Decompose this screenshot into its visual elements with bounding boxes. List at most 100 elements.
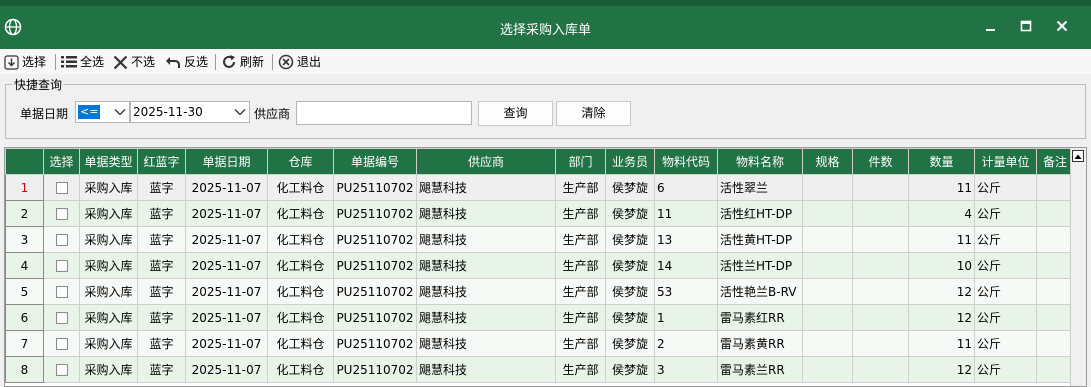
cell-name: 雷马素兰RR bbox=[717, 356, 803, 383]
list-icon bbox=[61, 56, 77, 68]
column-header[interactable]: 业务员 bbox=[605, 148, 655, 175]
cell-code: 1 bbox=[654, 304, 718, 331]
cell-qty: 12 bbox=[908, 304, 975, 331]
row-number[interactable]: 7 bbox=[5, 330, 44, 357]
cell-dept: 生产部 bbox=[555, 330, 606, 357]
close-button[interactable] bbox=[1047, 16, 1077, 38]
cell-code: 3 bbox=[654, 356, 718, 383]
cell-wh: 化工料仓 bbox=[267, 330, 334, 357]
row-checkbox[interactable] bbox=[55, 208, 68, 220]
cell-name: 活性翠兰 bbox=[717, 174, 803, 201]
toolbar: 选择 全选 不选 反选 刷新 退出 bbox=[0, 49, 1091, 74]
cell-spec bbox=[802, 174, 853, 201]
column-header[interactable]: 数量 bbox=[908, 148, 975, 175]
cell-no: PU25110702 bbox=[333, 174, 417, 201]
column-header[interactable]: 物料代码 bbox=[654, 148, 718, 175]
refresh-button[interactable]: 刷新 bbox=[221, 52, 264, 72]
cell-wh: 化工料仓 bbox=[267, 226, 334, 253]
cell-dept: 生产部 bbox=[555, 252, 606, 279]
table-row[interactable]: 6 采购入库 蓝字 2025-11-07 化工料仓 PU25110702 飓慧科技 生产部 侯梦… bbox=[5, 304, 1074, 331]
table-row[interactable]: 8 采购入库 蓝字 2025-11-07 化工料仓 PU25110702 飓慧科技 生产部 侯梦… bbox=[5, 356, 1074, 383]
cell-note bbox=[1036, 226, 1074, 253]
cell-wh: 化工料仓 bbox=[267, 252, 334, 279]
cell-pcs bbox=[852, 200, 909, 227]
cell-rb: 蓝字 bbox=[137, 356, 186, 383]
supplier-label: 供应商 bbox=[254, 107, 291, 121]
cell-no: PU25110702 bbox=[333, 356, 417, 383]
cell-note bbox=[1036, 356, 1074, 383]
row-checkbox[interactable] bbox=[55, 260, 68, 272]
row-number[interactable]: 6 bbox=[5, 304, 44, 331]
table-row[interactable]: 5 采购入库 蓝字 2025-11-07 化工料仓 PU25110702 飓慧科技 生产部 侯梦… bbox=[5, 278, 1074, 305]
table-row[interactable]: 3 采购入库 蓝字 2025-11-07 化工料仓 PU25110702 飓慧科技 生产部 侯梦… bbox=[5, 226, 1074, 253]
column-header[interactable]: 红蓝字 bbox=[137, 148, 186, 175]
maximize-button[interactable] bbox=[1011, 16, 1041, 38]
column-header[interactable]: 计量单位 bbox=[974, 148, 1037, 175]
cell-spec bbox=[802, 304, 853, 331]
row-checkbox[interactable] bbox=[55, 286, 68, 298]
supplier-input[interactable] bbox=[296, 101, 472, 125]
cell-unit: 公斤 bbox=[974, 174, 1037, 201]
scroll-up-button[interactable] bbox=[1072, 150, 1084, 162]
row-number[interactable]: 4 bbox=[5, 252, 44, 279]
column-header[interactable]: 部门 bbox=[555, 148, 606, 175]
deselect-button[interactable]: 不选 bbox=[113, 52, 155, 72]
invert-selection-button[interactable]: 反选 bbox=[165, 52, 208, 72]
column-header[interactable]: 单据日期 bbox=[185, 148, 268, 175]
cell-qty: 12 bbox=[908, 278, 975, 305]
column-header[interactable]: 选择 bbox=[43, 148, 80, 175]
select-all-button[interactable]: 全选 bbox=[61, 52, 104, 72]
row-checkbox[interactable] bbox=[55, 312, 68, 324]
table-row[interactable]: 2 采购入库 蓝字 2025-11-07 化工料仓 PU25110702 飓慧科技 生产部 侯梦… bbox=[5, 200, 1074, 227]
select-cell bbox=[43, 226, 80, 253]
column-header[interactable]: 物料名称 bbox=[717, 148, 803, 175]
date-picker[interactable]: 2025-11-30 bbox=[130, 101, 250, 123]
row-number[interactable]: 1 bbox=[5, 174, 44, 201]
cell-no: PU25110702 bbox=[333, 330, 417, 357]
row-checkbox[interactable] bbox=[55, 182, 68, 194]
select-cell bbox=[43, 304, 80, 331]
cell-clerk: 侯梦旋 bbox=[605, 278, 655, 305]
date-operator-select[interactable]: <= bbox=[75, 101, 130, 123]
table-row[interactable]: 7 采购入库 蓝字 2025-11-07 化工料仓 PU25110702 飓慧科技 生产部 侯梦… bbox=[5, 330, 1074, 357]
title-bar: 选择采购入库单 bbox=[0, 0, 1091, 49]
column-header[interactable]: 备注 bbox=[1036, 148, 1074, 175]
cell-unit: 公斤 bbox=[974, 226, 1037, 253]
table-row[interactable]: 1 采购入库 蓝字 2025-11-07 化工料仓 PU25110702 飓慧科技 生产部 侯梦… bbox=[5, 174, 1074, 201]
cell-dept: 生产部 bbox=[555, 356, 606, 383]
row-number[interactable]: 3 bbox=[5, 226, 44, 253]
exit-button[interactable]: 退出 bbox=[278, 52, 321, 72]
circle-x-icon bbox=[278, 54, 294, 70]
select-button[interactable]: 选择 bbox=[4, 52, 46, 72]
vertical-scrollbar[interactable] bbox=[1070, 148, 1086, 386]
cell-supplier: 飓慧科技 bbox=[416, 174, 556, 201]
x-mark-icon bbox=[113, 55, 128, 69]
row-checkbox[interactable] bbox=[55, 234, 68, 246]
row-number[interactable]: 2 bbox=[5, 200, 44, 227]
column-header[interactable]: 单据类型 bbox=[79, 148, 138, 175]
row-checkbox[interactable] bbox=[55, 364, 68, 376]
minimize-button[interactable] bbox=[976, 16, 1006, 38]
column-header[interactable]: 供应商 bbox=[416, 148, 556, 175]
cell-pcs bbox=[852, 252, 909, 279]
column-header[interactable]: 规格 bbox=[802, 148, 853, 175]
column-header[interactable]: 仓库 bbox=[267, 148, 334, 175]
search-button[interactable]: 查询 bbox=[478, 101, 553, 126]
cell-name: 活性红HT-DP bbox=[717, 200, 803, 227]
row-number[interactable]: 5 bbox=[5, 278, 44, 305]
cell-rb: 蓝字 bbox=[137, 278, 186, 305]
clear-button[interactable]: 清除 bbox=[556, 101, 631, 126]
column-header[interactable]: 件数 bbox=[852, 148, 909, 175]
cell-code: 53 bbox=[654, 278, 718, 305]
cell-date: 2025-11-07 bbox=[185, 330, 268, 357]
cell-name: 活性兰HT-DP bbox=[717, 252, 803, 279]
select-label: 选择 bbox=[22, 55, 47, 69]
exit-label: 退出 bbox=[297, 55, 322, 69]
row-number[interactable]: 8 bbox=[5, 356, 44, 383]
cell-supplier: 飓慧科技 bbox=[416, 252, 556, 279]
table-row[interactable]: 4 采购入库 蓝字 2025-11-07 化工料仓 PU25110702 飓慧科技 生产部 侯梦… bbox=[5, 252, 1074, 279]
column-header[interactable]: 单据编号 bbox=[333, 148, 417, 175]
chevron-down-icon bbox=[234, 109, 246, 116]
row-checkbox[interactable] bbox=[55, 338, 68, 350]
cell-unit: 公斤 bbox=[974, 330, 1037, 357]
